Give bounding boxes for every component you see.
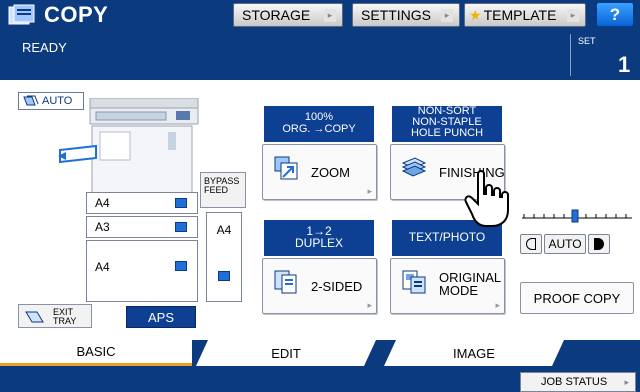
chevron-right-icon: ▸	[624, 376, 629, 387]
original-mode-icon	[402, 270, 426, 294]
density-scale[interactable]	[520, 206, 634, 226]
original-mode-value: TEXT/PHOTO	[408, 230, 486, 244]
set-count[interactable]: 1	[618, 52, 630, 78]
tray-size-label: A4	[95, 196, 110, 210]
bypass-size-label: A4	[216, 223, 232, 237]
finishing-punch: HOLE PUNCH	[410, 127, 484, 139]
paper-stack-icon	[175, 222, 187, 232]
corner-arrow-icon: ▸	[495, 300, 500, 310]
tray-size-label: A4	[95, 260, 110, 274]
zoom-button[interactable]: ZOOM ▸	[262, 144, 377, 200]
bypass-label-line2: FEED	[204, 185, 229, 195]
tab-image[interactable]: IMAGE	[384, 340, 564, 366]
zoom-icon	[274, 156, 298, 180]
storage-button-label: STORAGE	[242, 7, 311, 23]
chevron-right-icon: ▸	[441, 9, 453, 22]
exit-tray-icon	[25, 311, 44, 323]
set-label: SET	[578, 36, 596, 46]
original-mode-label: ORIGINAL MODE	[439, 271, 501, 297]
darker-button[interactable]	[588, 234, 610, 254]
zoom-info: 100% ORG. →COPY	[264, 106, 374, 142]
corner-arrow-icon: ▸	[367, 186, 372, 196]
paper-stack-icon	[175, 261, 187, 271]
zoom-label: ZOOM	[311, 165, 350, 180]
app-title: COPY	[44, 2, 109, 27]
exit-tray-label-line2: TRAY	[53, 316, 77, 326]
machine-status: READY	[22, 40, 67, 55]
job-status-button[interactable]: JOB STATUS ▸	[520, 372, 636, 392]
zoom-direction: ORG. →COPY	[282, 123, 356, 135]
tab-edit[interactable]: EDIT	[196, 340, 376, 366]
divider	[570, 34, 571, 76]
help-button[interactable]: ?	[596, 2, 634, 27]
settings-button-label: SETTINGS	[361, 7, 432, 23]
aps-button[interactable]: APS	[126, 306, 196, 328]
two-sided-info: 1→2 DUPLEX	[264, 220, 374, 256]
paper-stack-icon	[175, 198, 187, 208]
chevron-right-icon: ▸	[567, 9, 579, 22]
original-mode-button[interactable]: ORIGINAL MODE ▸	[390, 258, 505, 314]
lighter-icon	[526, 238, 536, 250]
bypass-tray[interactable]: A4	[206, 212, 242, 302]
hand-pointer-icon	[464, 170, 509, 227]
paper-stack-icon	[218, 271, 230, 281]
paper-tray-2[interactable]: A3	[86, 216, 198, 238]
paper-tray-1[interactable]: A4	[86, 192, 198, 214]
settings-button[interactable]: SETTINGS ▸	[352, 3, 460, 27]
star-icon: ★	[469, 6, 482, 23]
finishing-info: NON-SORT NON-STAPLE HOLE PUNCH	[392, 106, 502, 142]
job-status-label: JOB STATUS	[541, 376, 608, 388]
template-button[interactable]: ★ TEMPLATE ▸	[464, 3, 586, 27]
two-sided-type: DUPLEX	[294, 236, 344, 250]
finishing-icon	[401, 157, 427, 177]
copier-illustration	[58, 98, 199, 197]
darker-icon	[594, 238, 604, 250]
density-auto-button[interactable]: AUTO	[544, 234, 586, 254]
tray-size-label: A3	[95, 220, 110, 234]
density-auto-label: AUTO	[548, 237, 582, 251]
copy-app-icon	[8, 4, 35, 25]
two-sided-icon	[274, 270, 297, 294]
two-sided-button[interactable]: 2-SIDED ▸	[262, 258, 377, 314]
lighter-button[interactable]	[520, 234, 542, 254]
exit-tray-button[interactable]: EXIT TRAY	[18, 304, 92, 328]
two-sided-label: 2-SIDED	[311, 279, 363, 294]
original-stack-icon	[23, 95, 39, 106]
zoom-ratio: 100%	[304, 111, 334, 123]
storage-button[interactable]: STORAGE ▸	[233, 3, 343, 27]
corner-arrow-icon: ▸	[367, 300, 372, 310]
tab-basic[interactable]: BASIC	[0, 340, 192, 366]
template-button-label: TEMPLATE	[483, 7, 557, 23]
paper-tray-3[interactable]: A4	[86, 240, 198, 302]
chevron-right-icon: ▸	[324, 9, 336, 22]
proof-copy-button[interactable]: PROOF COPY	[520, 282, 634, 314]
original-mode-label-line2: MODE	[439, 283, 478, 298]
bypass-feed-button[interactable]: BYPASS FEED	[200, 172, 246, 208]
